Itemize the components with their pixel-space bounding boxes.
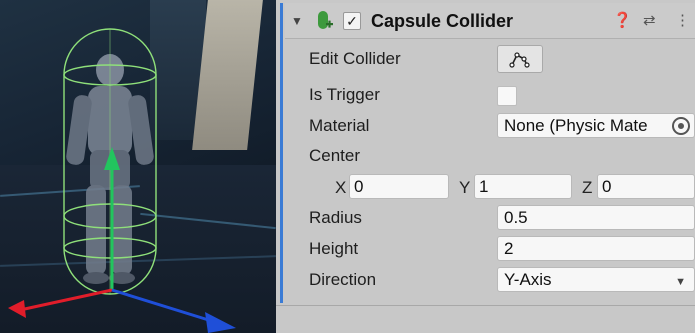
edit-collider-icon [509,52,530,68]
direction-row: Direction Y-Axis ▼ [285,265,695,295]
component-enabled-checkbox[interactable]: ✓ [343,12,361,30]
menu-kebab-icon[interactable]: ⋮ [675,12,690,30]
component-divider [276,305,695,306]
dropdown-arrow-icon: ▼ [675,276,686,288]
height-value: 2 [504,239,514,258]
center-row: Center [285,141,695,171]
scene-view[interactable] [0,0,276,333]
direction-value: Y-Axis [504,270,552,289]
material-value: None (Physic Mate [504,116,648,135]
foldout-arrow-icon[interactable]: ▼ [291,14,303,28]
help-icon[interactable]: ❓ [613,12,632,30]
material-object-field[interactable]: None (Physic Mate [497,113,695,138]
component-header[interactable]: ▼ ✓ Capsule Collider ❓ ⇄ ⋮ [285,3,695,39]
edit-collider-label: Edit Collider [309,49,401,68]
center-z-value: 0 [602,177,612,196]
center-y-value: 1 [479,177,489,196]
edit-collider-button[interactable] [497,45,543,73]
object-picker-icon[interactable] [672,117,690,135]
edit-collider-row: Edit Collider [285,44,695,74]
center-vector-row: X 0 Y 1 Z 0 [285,172,695,202]
radius-value: 0.5 [504,208,528,227]
capsule-collider-icon [318,11,333,29]
radius-field[interactable]: 0.5 [497,205,695,230]
is-trigger-row: Is Trigger [285,80,695,110]
selection-accent-bar [280,3,283,303]
center-label: Center [309,146,361,165]
is-trigger-checkbox[interactable] [497,86,517,106]
scene-gizmos [8,28,236,333]
center-z-label[interactable]: Z [582,178,592,198]
material-row: Material None (Physic Mate [285,111,695,141]
center-x-label[interactable]: X [335,178,346,198]
presets-icon[interactable]: ⇄ [643,12,656,30]
direction-label: Direction [309,270,377,289]
direction-dropdown[interactable]: Y-Axis ▼ [497,267,695,292]
radius-label[interactable]: Radius [309,208,362,228]
center-z-field[interactable]: 0 [597,174,695,199]
center-x-value: 0 [354,177,364,196]
radius-row: Radius 0.5 [285,203,695,233]
center-y-label[interactable]: Y [459,178,470,198]
height-label[interactable]: Height [309,239,358,259]
is-trigger-label: Is Trigger [309,85,380,104]
component-title: Capsule Collider [371,11,514,31]
center-x-field[interactable]: 0 [349,174,449,199]
material-label: Material [309,116,370,135]
height-row: Height 2 [285,234,695,264]
height-field[interactable]: 2 [497,236,695,261]
center-y-field[interactable]: 1 [474,174,572,199]
